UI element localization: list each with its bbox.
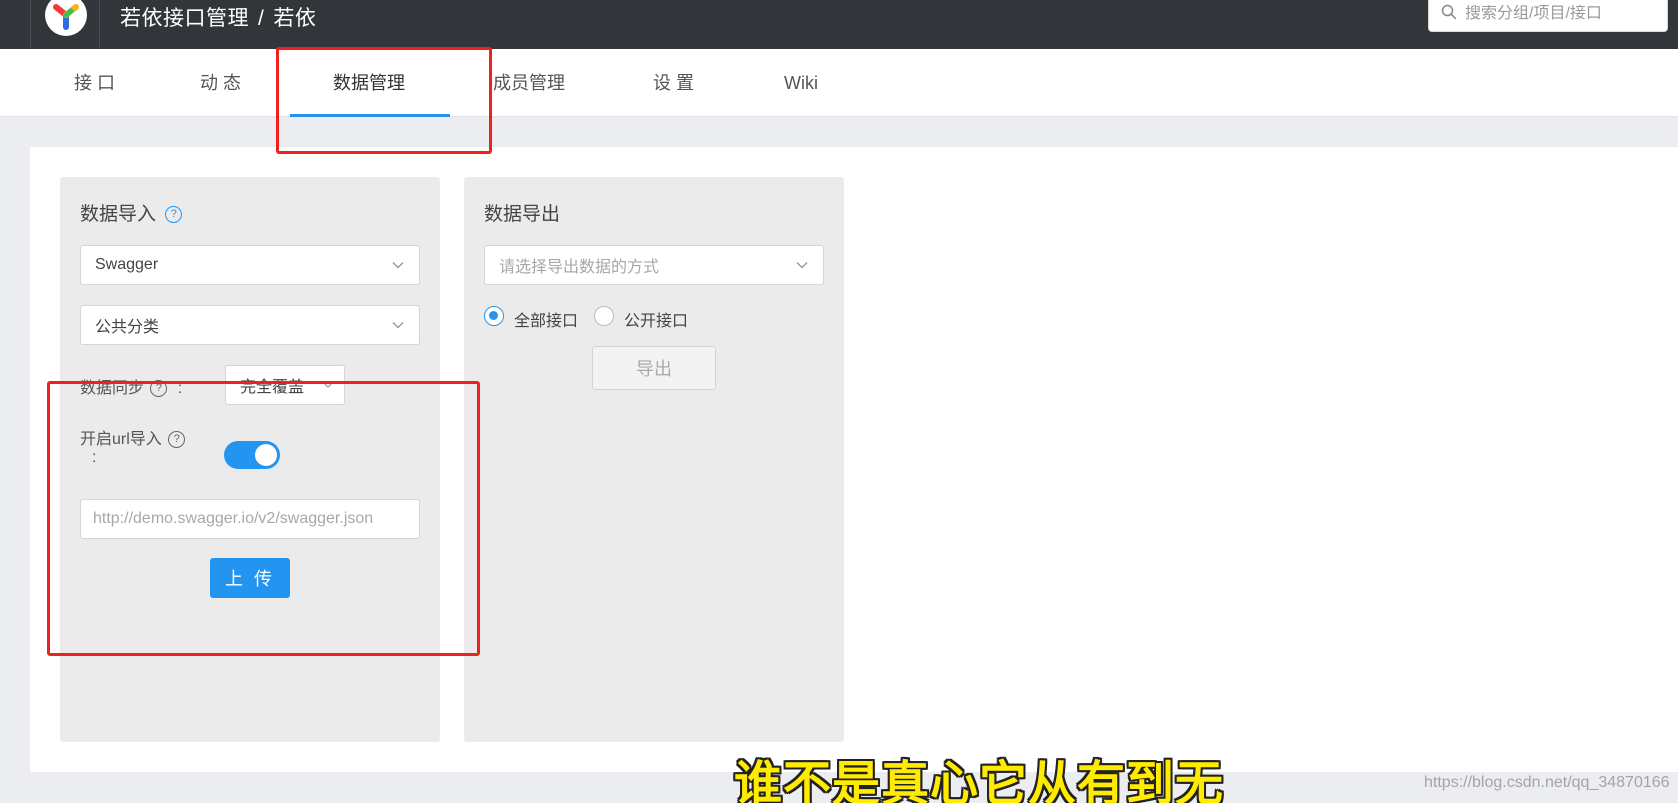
watermark: https://blog.csdn.net/qq_34870166: [1424, 774, 1670, 791]
export-method-select[interactable]: 请选择导出数据的方式: [484, 245, 824, 285]
breadcrumb-group[interactable]: 若依接口管理: [120, 7, 249, 30]
sync-mode-select[interactable]: 完全覆盖: [225, 365, 345, 405]
url-input[interactable]: [80, 499, 420, 539]
video-subtitle: 谁不是真心它从有到无: [734, 756, 1225, 803]
logo-area[interactable]: [30, 0, 100, 49]
chevron-down-icon: [391, 258, 405, 277]
url-import-colon: :: [92, 449, 97, 466]
chevron-down-icon: [795, 258, 809, 277]
radio-all-interfaces[interactable]: [484, 306, 504, 326]
tab-wiki[interactable]: Wiki: [784, 49, 818, 117]
import-panel: 数据导入 ? Swagger 公共分类 数据同步 ? : 完全覆盖 开启url导…: [60, 177, 440, 742]
content-area: 数据导入 ? Swagger 公共分类 数据同步 ? : 完全覆盖 开启url导…: [30, 147, 1678, 772]
tab-bar: 接 口 动 态 数据管理 成员管理 设 置 Wiki: [0, 49, 1678, 117]
sync-mode-value: 完全覆盖: [240, 379, 305, 396]
format-select[interactable]: Swagger: [80, 245, 420, 285]
question-icon[interactable]: ?: [165, 206, 183, 224]
radio-public-interfaces[interactable]: [594, 306, 614, 326]
active-tab-indicator: [290, 114, 450, 117]
radio-all-label[interactable]: 全部接口: [514, 307, 578, 331]
sync-label: 数据同步 ? :: [80, 374, 182, 398]
category-select[interactable]: 公共分类: [80, 305, 420, 345]
breadcrumb-project[interactable]: 若依: [273, 7, 316, 30]
chevron-down-icon: [322, 378, 334, 396]
url-import-toggle[interactable]: [224, 441, 280, 469]
question-icon[interactable]: ?: [150, 380, 168, 398]
breadcrumb: 若依接口管理 / 若依: [120, 2, 316, 32]
sync-colon: :: [177, 380, 183, 397]
top-header: 若依接口管理 / 若依: [0, 0, 1678, 49]
question-icon[interactable]: ?: [168, 431, 186, 449]
tab-members[interactable]: 成员管理: [493, 49, 565, 117]
toggle-knob: [255, 444, 277, 466]
tab-interfaces[interactable]: 接 口: [74, 49, 115, 117]
upload-button[interactable]: 上 传: [210, 558, 290, 598]
export-method-placeholder: 请选择导出数据的方式: [499, 259, 660, 276]
category-select-value: 公共分类: [95, 319, 160, 336]
url-import-label: 开启url导入 ?: [80, 425, 186, 449]
export-title: 数据导出: [484, 204, 561, 225]
search-icon: [1441, 4, 1457, 25]
search-input[interactable]: [1465, 5, 1655, 23]
tab-data-management[interactable]: 数据管理: [333, 49, 405, 117]
url-import-label-text: 开启url导入: [80, 431, 162, 448]
logo-icon[interactable]: [45, 0, 87, 36]
import-title-row: 数据导入 ?: [80, 199, 183, 226]
import-title: 数据导入: [80, 204, 157, 225]
tab-activity[interactable]: 动 态: [200, 49, 241, 117]
export-panel: 数据导出 请选择导出数据的方式 全部接口 公开接口 导出: [464, 177, 844, 742]
sync-label-text: 数据同步: [80, 380, 145, 397]
tab-settings[interactable]: 设 置: [653, 49, 694, 117]
search-box[interactable]: [1428, 0, 1668, 32]
chevron-down-icon: [391, 318, 405, 337]
export-button[interactable]: 导出: [592, 346, 716, 390]
breadcrumb-separator: /: [258, 7, 265, 30]
radio-public-label[interactable]: 公开接口: [624, 307, 688, 331]
format-select-value: Swagger: [95, 256, 159, 273]
